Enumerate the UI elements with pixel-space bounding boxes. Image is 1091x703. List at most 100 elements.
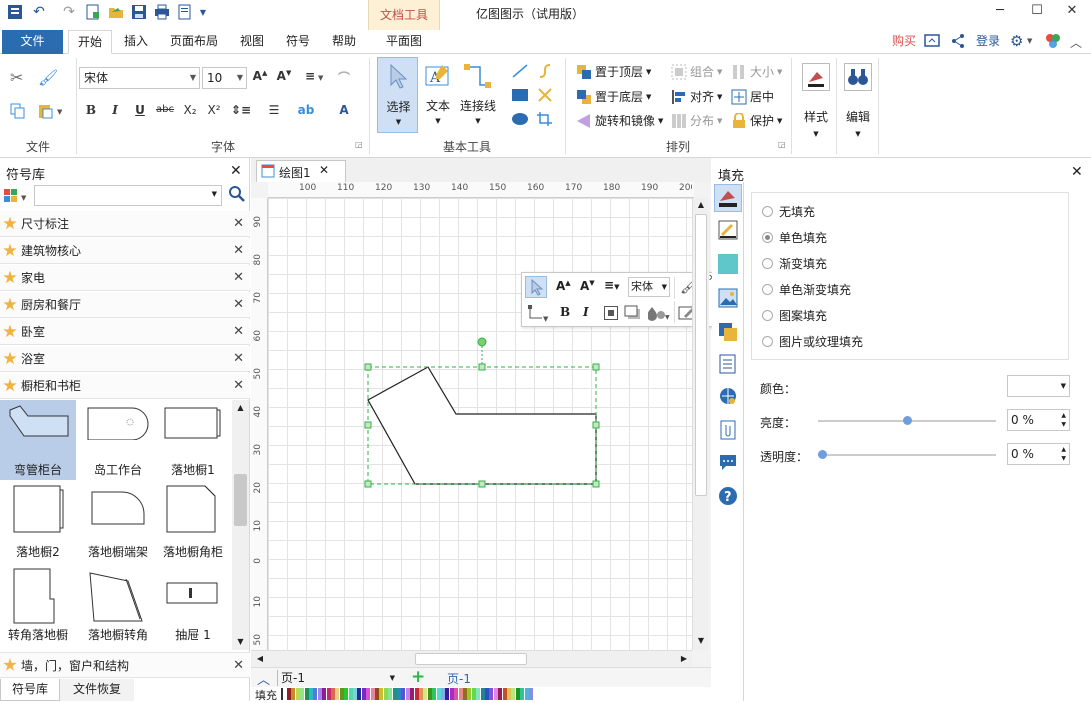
resize-handle[interactable] bbox=[478, 480, 486, 488]
color-swatch[interactable] bbox=[295, 688, 300, 700]
fill-option[interactable]: 图案填充 bbox=[762, 307, 827, 324]
color-swatch[interactable] bbox=[405, 688, 410, 700]
close-panel-icon[interactable]: ✕ bbox=[230, 163, 242, 179]
library-item[interactable]: 厨房和餐厅 ✕ bbox=[0, 292, 250, 318]
font-name-combo[interactable]: 宋体 ▼ bbox=[79, 67, 200, 89]
font-size-combo[interactable]: 10 ▼ bbox=[202, 67, 247, 89]
curve-tool-icon[interactable] bbox=[536, 63, 554, 79]
resize-handle[interactable] bbox=[592, 421, 600, 429]
close-icon[interactable]: ✕ bbox=[233, 270, 244, 285]
italic-icon[interactable]: I bbox=[105, 103, 125, 117]
drawn-shape-layer[interactable] bbox=[360, 330, 610, 495]
color-swatch[interactable] bbox=[383, 688, 388, 700]
scroll-right-icon[interactable]: ▶ bbox=[677, 651, 691, 667]
scroll-left-icon[interactable]: ◀ bbox=[253, 651, 267, 667]
maximize-icon[interactable]: ☐ bbox=[1022, 0, 1052, 20]
scroll-thumb[interactable] bbox=[415, 653, 527, 665]
color-swatch[interactable] bbox=[493, 688, 498, 700]
share-screen-icon[interactable] bbox=[924, 33, 940, 49]
no-fill-swatch[interactable] bbox=[281, 688, 283, 700]
float-bold-icon[interactable]: B bbox=[560, 305, 570, 319]
color-swatch[interactable] bbox=[427, 688, 432, 700]
collapse-ribbon-icon[interactable]: ︿ bbox=[1070, 34, 1082, 51]
spinner-arrows-icon[interactable]: ▲ ▼ bbox=[1061, 445, 1066, 463]
color-swatch[interactable] bbox=[401, 688, 406, 700]
help-icon[interactable]: ? bbox=[718, 486, 738, 506]
export-icon[interactable] bbox=[176, 3, 194, 21]
color-swatch[interactable] bbox=[463, 688, 467, 700]
color-swatch[interactable] bbox=[357, 688, 362, 700]
fill-option[interactable]: 渐变填充 bbox=[762, 255, 827, 272]
edit-button[interactable]: 编辑 ▼ bbox=[840, 60, 876, 140]
close-icon[interactable]: ✕ bbox=[233, 243, 244, 258]
library-item[interactable]: 尺寸标注 ✕ bbox=[0, 211, 250, 237]
fill-option[interactable]: 图片或纹理填充 bbox=[762, 333, 863, 350]
color-swatch[interactable] bbox=[445, 688, 450, 700]
resize-handle[interactable] bbox=[592, 363, 600, 371]
canvas-horizontal-scrollbar[interactable]: ◀ ▶ bbox=[251, 650, 692, 667]
color-swatch[interactable] bbox=[471, 688, 476, 700]
rectangle-tool-icon[interactable] bbox=[511, 88, 529, 102]
color-swatch[interactable] bbox=[313, 688, 318, 700]
align-text-icon[interactable]: ≡ bbox=[300, 69, 320, 83]
float-connector-icon[interactable]: ▼ bbox=[527, 304, 549, 324]
color-swatch[interactable] bbox=[419, 688, 423, 700]
login-link[interactable]: 登录 bbox=[972, 30, 1004, 54]
shape-list-scrollbar[interactable]: ▲ ▼ bbox=[232, 400, 249, 650]
image-panel-icon[interactable] bbox=[718, 288, 738, 308]
close-icon[interactable]: ✕ bbox=[233, 658, 244, 673]
color-swatch[interactable] bbox=[524, 688, 529, 700]
close-window-icon[interactable]: ✕ bbox=[1057, 0, 1087, 20]
scroll-thumb[interactable] bbox=[695, 214, 707, 496]
shape-floor-cabinet-1[interactable]: 落地橱1 bbox=[155, 400, 231, 480]
color-swatch[interactable] bbox=[397, 688, 401, 700]
search-icon[interactable] bbox=[228, 185, 246, 203]
rotate-flip-button[interactable]: 旋转和镜像 ▼ bbox=[576, 112, 663, 129]
color-swatches[interactable] bbox=[287, 688, 707, 700]
resize-handle[interactable] bbox=[592, 480, 600, 488]
close-icon[interactable]: ✕ bbox=[233, 378, 244, 393]
grow-font-icon[interactable]: A▲ bbox=[250, 69, 270, 83]
float-align-icon[interactable]: ≡▼ bbox=[604, 278, 619, 292]
shape-island[interactable]: 岛工作台 bbox=[80, 400, 156, 480]
open-file-icon[interactable] bbox=[107, 3, 125, 21]
color-swatch[interactable] bbox=[502, 688, 507, 700]
tab-floor-plan[interactable]: 平面图 bbox=[372, 30, 436, 54]
float-color-icon[interactable]: ▼ bbox=[647, 305, 670, 321]
style-button[interactable]: 样式 ▼ bbox=[797, 60, 835, 140]
text-tool-button[interactable]: A 文本 ▼ bbox=[420, 57, 456, 133]
shape-corner-cabinet[interactable]: 落地橱角柜 bbox=[155, 482, 231, 562]
strikethrough-icon[interactable]: abc bbox=[155, 104, 175, 115]
float-select-icon[interactable] bbox=[525, 276, 547, 298]
slider-knob[interactable] bbox=[903, 416, 912, 425]
size-button[interactable]: 大小 ▼ bbox=[731, 63, 782, 80]
close-fill-panel-icon[interactable]: ✕ bbox=[1071, 164, 1083, 180]
float-shrink-font-icon[interactable]: A▼ bbox=[580, 279, 595, 293]
color-swatch[interactable] bbox=[507, 688, 511, 700]
radio-button[interactable] bbox=[762, 206, 773, 217]
ellipse-tool-icon[interactable] bbox=[511, 112, 529, 126]
color-swatch[interactable] bbox=[353, 688, 357, 700]
resize-handle[interactable] bbox=[364, 480, 372, 488]
radio-button[interactable] bbox=[762, 336, 773, 347]
color-swatch[interactable] bbox=[379, 688, 384, 700]
color-swatch[interactable] bbox=[410, 688, 415, 700]
bold-icon[interactable]: B bbox=[81, 103, 101, 117]
theme-icon[interactable] bbox=[1045, 33, 1061, 49]
radio-button[interactable] bbox=[762, 232, 773, 243]
cross-tool-icon[interactable] bbox=[536, 87, 554, 103]
float-font-combo[interactable]: 宋体 ▼ bbox=[628, 277, 670, 297]
color-swatch[interactable] bbox=[392, 688, 397, 700]
line-tool-icon[interactable] bbox=[511, 63, 529, 79]
font-color-icon[interactable]: A bbox=[334, 103, 354, 117]
protect-button[interactable]: 保护 ▼ bbox=[731, 112, 782, 129]
undo-icon[interactable]: ↶ bbox=[30, 3, 48, 21]
float-fill-icon[interactable] bbox=[604, 306, 618, 320]
layer-panel-icon[interactable] bbox=[718, 322, 738, 342]
tab-page-layout[interactable]: 页面布局 bbox=[163, 30, 225, 54]
color-swatch[interactable] bbox=[361, 688, 366, 700]
line-spacing-curve-icon[interactable]: ⌒ bbox=[334, 69, 354, 86]
color-swatch[interactable] bbox=[423, 688, 428, 700]
shape-bent-counter[interactable]: 弯管柜台 bbox=[0, 400, 76, 480]
shape-drawer-1[interactable]: 抽屉 1 bbox=[155, 565, 231, 645]
